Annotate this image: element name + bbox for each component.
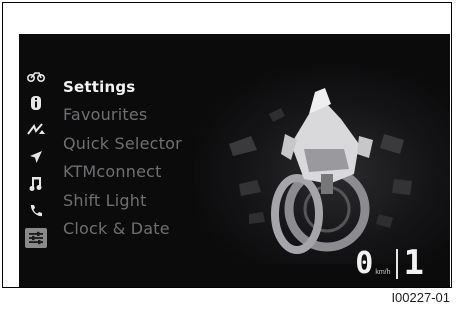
music-note-icon[interactable] — [25, 174, 47, 194]
speed-gear-readout: 0 km/h 1 — [355, 243, 424, 283]
speed-value: 0 — [355, 246, 374, 281]
menu-item-settings[interactable]: Settings — [63, 77, 135, 97]
info-icon[interactable] — [25, 93, 47, 113]
navigation-arrow-icon[interactable] — [25, 147, 47, 167]
motorcycle-icon[interactable] — [25, 66, 47, 86]
menu-item-favourites[interactable]: Favourites — [63, 105, 147, 125]
menu-item-ktmconnect[interactable]: KTMconnect — [63, 162, 162, 182]
gear-value: 1 — [403, 243, 424, 283]
dashboard-screen: Settings Favourites Quick Selector KTMco… — [19, 34, 450, 287]
menu-item-shift-light[interactable]: Shift Light — [63, 191, 147, 211]
motorcycle-illustration — [209, 74, 429, 268]
speed-unit: km/h — [375, 269, 391, 276]
menu-item-clock-date[interactable]: Clock & Date — [63, 219, 170, 239]
phone-icon[interactable] — [25, 201, 47, 221]
figure-caption: I00227-01 — [391, 290, 450, 305]
settings-sliders-icon[interactable] — [25, 228, 47, 248]
menu-item-quick-selector[interactable]: Quick Selector — [63, 134, 182, 154]
readout-divider — [395, 249, 398, 279]
ride-mode-icon[interactable] — [25, 120, 47, 140]
